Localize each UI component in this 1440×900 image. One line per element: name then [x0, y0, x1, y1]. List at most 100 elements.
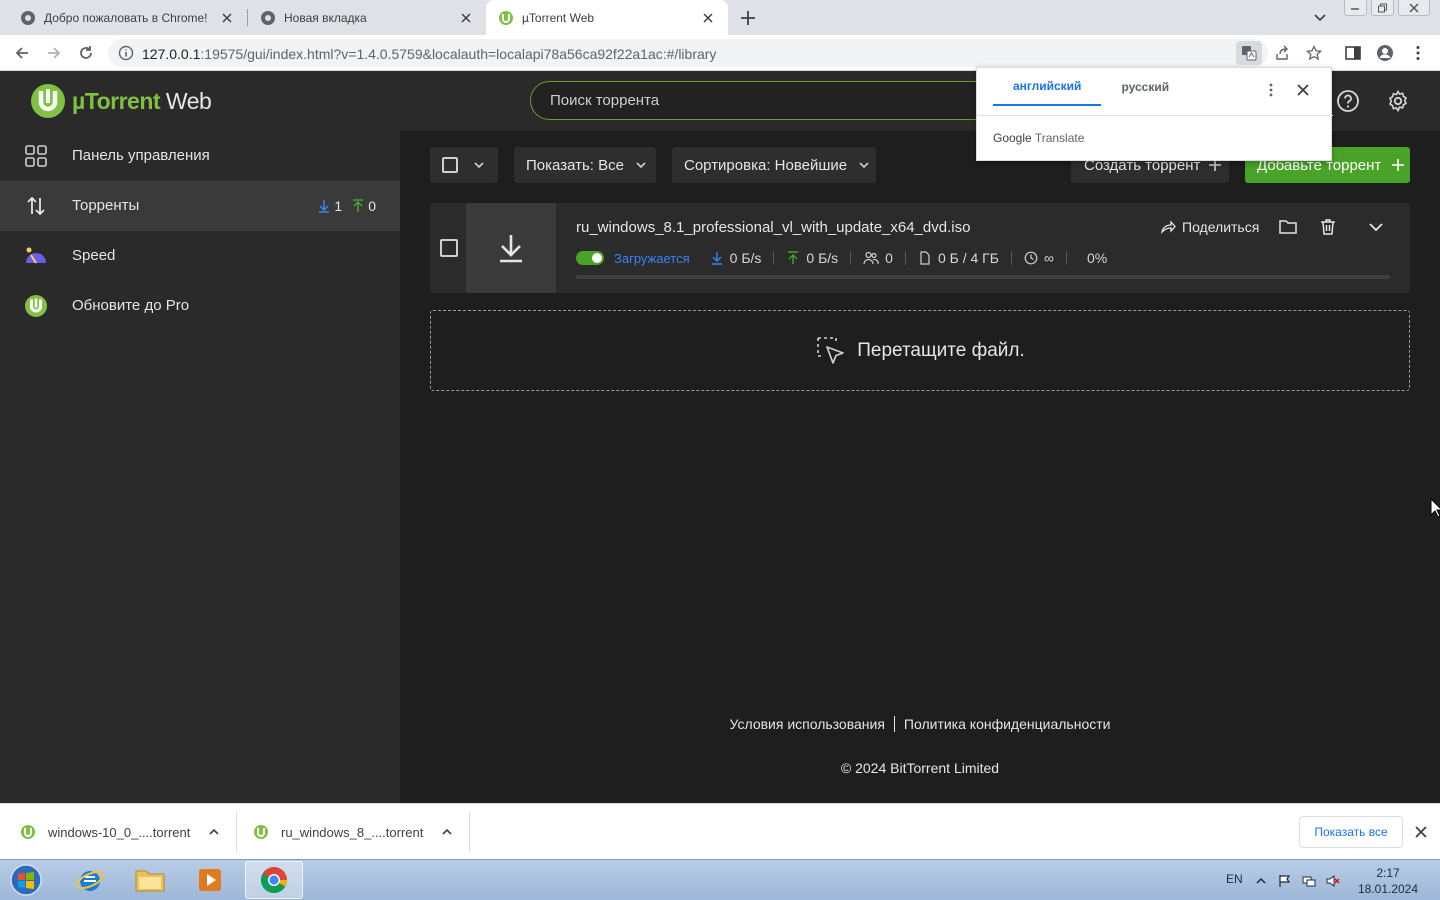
- window-close-icon[interactable]: [1397, 0, 1430, 16]
- sidebar-item-upgrade-pro[interactable]: Обновите до Pro: [0, 281, 400, 331]
- sidebar-item-label: Speed: [72, 247, 116, 264]
- utorrent-logo[interactable]: µTorrent Web: [30, 83, 212, 119]
- taskbar-chrome[interactable]: [245, 861, 303, 899]
- chevron-down-icon[interactable]: [1366, 217, 1386, 237]
- download-icon: [500, 235, 522, 263]
- sidebar-item-torrents[interactable]: Торренты 1 0: [0, 181, 400, 231]
- chevron-down-icon[interactable]: [1312, 9, 1328, 25]
- close-icon[interactable]: [1414, 825, 1428, 839]
- sidebar-item-label: Обновите до Pro: [72, 297, 190, 314]
- drop-zone[interactable]: Перетащите файл.: [430, 310, 1410, 391]
- trash-icon[interactable]: [1318, 217, 1338, 237]
- input-language[interactable]: EN: [1226, 872, 1243, 886]
- downloads-bar: windows-10_0_....torrent ru_windows_8_..…: [0, 803, 1440, 859]
- taskbar-media-player[interactable]: [181, 861, 239, 899]
- new-tab-icon[interactable]: [738, 8, 758, 28]
- torrent-checkbox[interactable]: [440, 239, 458, 257]
- translate-page-icon[interactable]: [1236, 41, 1262, 65]
- tab-title: µTorrent Web: [522, 10, 595, 25]
- filter-show-dropdown[interactable]: Показать: Все: [514, 147, 656, 183]
- utorrent-icon: [499, 10, 513, 25]
- url-bar[interactable]: 127.0.0.1:19575/gui/index.html?v=1.4.0.5…: [108, 39, 1322, 67]
- menu-kebab-icon[interactable]: [1409, 44, 1427, 62]
- chevron-down-icon: [859, 162, 869, 169]
- dashboard-icon: [25, 145, 47, 167]
- tray-expand-icon[interactable]: [1254, 874, 1268, 888]
- torrent-stats: Загружается 0 Б/s 0 Б/s 0 0 Б / 4 ГБ ∞ 0…: [576, 249, 1107, 267]
- reload-icon[interactable]: [77, 44, 95, 62]
- start-button[interactable]: [6, 862, 46, 898]
- bookmark-star-icon[interactable]: [1306, 45, 1322, 61]
- action-center-flag-icon[interactable]: [1278, 874, 1292, 888]
- chrome-icon: [261, 10, 275, 25]
- info-icon[interactable]: [118, 45, 134, 61]
- translate-options-icon[interactable]: [1263, 82, 1279, 98]
- system-clock[interactable]: 2:17 18.01.2024: [1352, 865, 1424, 897]
- network-icon[interactable]: [1302, 874, 1316, 888]
- chrome-icon: [260, 867, 288, 894]
- torrent-eta: ∞: [1043, 250, 1054, 266]
- taskbar-ie[interactable]: [61, 861, 119, 899]
- internet-explorer-icon: [76, 870, 104, 891]
- tab-close-icon[interactable]: [458, 10, 474, 26]
- torrent-row[interactable]: ru_windows_8.1_professional_vl_with_upda…: [430, 203, 1410, 293]
- sidebar-item-label: Панель управления: [72, 147, 210, 164]
- folder-icon[interactable]: [1278, 217, 1298, 237]
- browser-tab-strip: Добро пожаловать в Chrome! Новая вкладка…: [0, 0, 1440, 35]
- sort-label: Сортировка:: [684, 156, 771, 174]
- select-all-dropdown[interactable]: [430, 147, 498, 183]
- tab-close-icon[interactable]: [219, 10, 235, 26]
- back-icon[interactable]: [13, 44, 31, 62]
- peers-icon: [863, 251, 879, 265]
- transfer-arrows-icon: [27, 196, 45, 216]
- restore-icon[interactable]: [1370, 0, 1394, 16]
- forward-icon[interactable]: [45, 44, 63, 62]
- show-all-downloads-button[interactable]: Показать все: [1299, 816, 1403, 848]
- tab-utorrent-web[interactable]: µTorrent Web: [486, 0, 728, 35]
- sidebar-item-speed[interactable]: Speed: [0, 231, 400, 281]
- terms-link[interactable]: Условия использования: [730, 716, 885, 732]
- download-item[interactable]: windows-10_0_....torrent: [20, 804, 220, 860]
- filter-label: Показать:: [526, 156, 594, 174]
- tab-title: Новая вкладка: [284, 10, 367, 25]
- gear-icon[interactable]: [1386, 89, 1410, 113]
- search-input[interactable]: Поиск торрента: [530, 81, 1000, 120]
- download-filename: ru_windows_8_....torrent: [281, 824, 424, 840]
- chevron-up-icon[interactable]: [441, 826, 453, 838]
- side-panel-icon[interactable]: [1344, 44, 1362, 62]
- chevron-up-icon[interactable]: [208, 826, 220, 838]
- share-page-icon[interactable]: [1274, 45, 1290, 61]
- torrent-toggle[interactable]: [576, 251, 604, 265]
- mouse-cursor-icon: [1430, 498, 1440, 518]
- tab-welcome[interactable]: Добро пожаловать в Chrome!: [0, 0, 247, 35]
- profile-icon[interactable]: [1376, 44, 1394, 62]
- share-button[interactable]: Поделиться: [1160, 217, 1259, 237]
- tab-title: Добро пожаловать в Chrome!: [44, 10, 208, 25]
- taskbar-explorer[interactable]: [121, 861, 179, 899]
- tab-new-tab[interactable]: Новая вкладка: [240, 0, 486, 35]
- chrome-icon: [21, 10, 35, 25]
- translate-tab-target[interactable]: русский: [1101, 68, 1189, 106]
- help-icon[interactable]: [1336, 89, 1360, 113]
- select-all-checkbox[interactable]: [442, 157, 458, 173]
- privacy-link[interactable]: Политика конфиденциальности: [904, 716, 1111, 732]
- minimize-icon[interactable]: [1344, 0, 1367, 16]
- filter-value: Все: [598, 156, 624, 174]
- translate-tab-source[interactable]: английский: [993, 68, 1102, 106]
- torrent-library: Показать: Все Сортировка: Новейшие Созда…: [400, 131, 1440, 803]
- download-count: 1: [334, 198, 343, 214]
- upload-speed: 0 Б/s: [806, 250, 839, 266]
- peers-count: 0: [885, 250, 893, 266]
- speed-gauge-icon: [26, 247, 46, 264]
- utorrent-icon: [25, 295, 47, 317]
- tab-close-icon[interactable]: [700, 10, 716, 26]
- share-label: Поделиться: [1182, 219, 1260, 235]
- torrent-progress-bar: [576, 275, 1390, 279]
- sort-dropdown[interactable]: Сортировка: Новейшие: [672, 147, 876, 183]
- sidebar-item-dashboard[interactable]: Панель управления: [0, 131, 400, 181]
- close-icon[interactable]: [1295, 82, 1311, 98]
- torrent-name[interactable]: ru_windows_8.1_professional_vl_with_upda…: [576, 219, 970, 236]
- volume-muted-icon[interactable]: [1326, 874, 1340, 888]
- download-item[interactable]: ru_windows_8_....torrent: [253, 804, 453, 860]
- sort-value: Новейшие: [774, 156, 848, 174]
